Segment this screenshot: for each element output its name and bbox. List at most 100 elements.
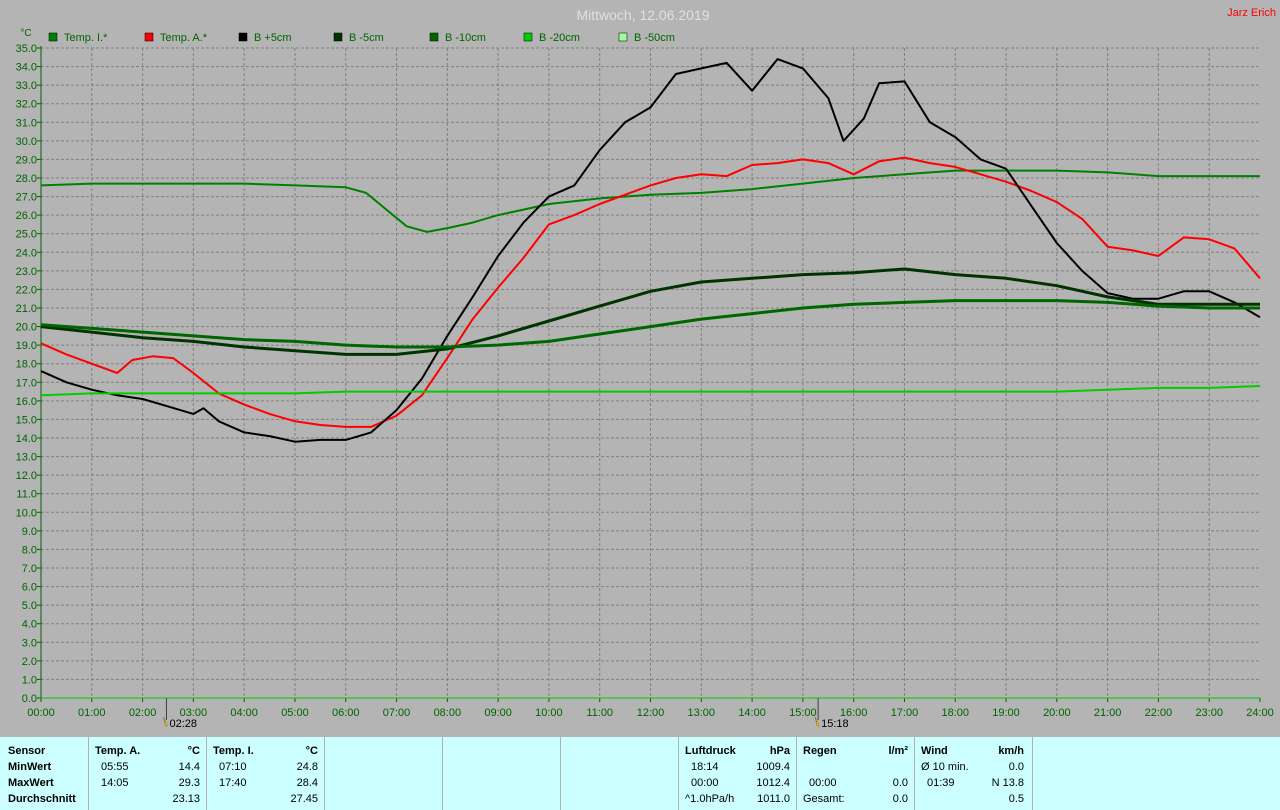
rain-max-time: 00:00 [809,777,837,789]
legend-label: B -5cm [349,32,384,44]
pressure-max-time: 00:00 [691,777,719,789]
temp-i-min-value: 24.8 [296,761,318,773]
y-tick-label: 18.0 [16,359,37,371]
wind-max-value: N 13.8 [991,777,1024,789]
x-tick-label: 04:00 [230,707,258,719]
legend-swatch [523,32,533,42]
wind-avg-value: 0.0 [1008,761,1024,773]
y-tick-label: 14.0 [16,433,37,445]
y-tick-label: 26.0 [16,210,37,222]
x-tick-label: 15:00 [789,707,817,719]
rain-total-value: 0.0 [892,793,908,805]
pressure-column: Luftdruck hPa 18:14 1009.4 00:00 1012.4 … [678,737,796,810]
y-tick-label: 8.0 [22,544,37,556]
x-tick-label: 01:00 [78,707,106,719]
x-tick-label: 02:00 [129,707,157,719]
temp-a-min-time: 05:55 [101,761,129,773]
pressure-trend-label: ^1.0hPa/h [685,793,735,805]
x-tick-label: 23:00 [1195,707,1223,719]
wind-avg2-value: 0.5 [1008,793,1024,805]
y-tick-label: 29.0 [16,154,37,166]
x-tick-label: 05:00 [281,707,309,719]
author-label: Jarz Erich [1227,7,1276,19]
y-tick-label: 13.0 [16,452,37,464]
temp-a-max-value: 29.3 [178,777,200,789]
y-tick-label: 28.0 [16,173,37,185]
y-tick-label: 24.0 [16,247,37,259]
x-tick-label: 07:00 [383,707,411,719]
temp-a-avg-value: 23.13 [172,793,200,805]
rain-title: Regen [803,745,837,757]
sensor-header: Sensor [8,745,46,757]
temp-i-max-value: 28.4 [296,777,318,789]
pressure-max-value: 1012.4 [756,777,790,789]
y-tick-label: 27.0 [16,192,37,204]
summary-panel: Sensor MinWert MaxWert Durchschnitt Temp… [0,737,1280,810]
legend-label: B +5cm [254,32,292,44]
temp-a-title: Temp. A. [95,745,141,757]
x-tick-label: 00:00 [27,707,55,719]
temp-a-unit: °C [187,745,200,757]
y-tick-label: 9.0 [22,526,37,538]
y-tick-label: 19.0 [16,340,37,352]
chart-background [0,0,1280,737]
y-tick-label: 7.0 [22,563,37,575]
event-marker-label: 02:28 [169,718,197,730]
y-tick-label: 0.0 [22,693,37,705]
x-tick-label: 14:00 [738,707,766,719]
legend-label: B -50cm [634,32,675,44]
legend-swatch [618,32,628,42]
rain-unit: l/m² [888,745,908,757]
rain-column: Regen l/m² 00:00 0.0 Gesamt: 0.0 [796,737,914,810]
x-tick-label: 19:00 [992,707,1020,719]
pressure-unit: hPa [769,745,790,757]
x-tick-label: 24:00 [1246,707,1274,719]
x-tick-label: 21:00 [1094,707,1122,719]
legend-swatch [429,32,439,42]
y-tick-label: 10.0 [16,507,37,519]
y-tick-label: 11.0 [16,489,37,501]
empty-column-1 [324,737,442,810]
wind-max-time: 01:39 [927,777,955,789]
pressure-min-value: 1009.4 [756,761,790,773]
legend-label: Temp. A.* [160,32,208,44]
temp-i-min-time: 07:10 [219,761,247,773]
y-tick-label: 15.0 [16,414,37,426]
x-tick-label: 17:00 [891,707,919,719]
temp-i-title: Temp. I. [213,745,254,757]
y-tick-label: 33.0 [16,80,37,92]
y-tick-label: 21.0 [16,303,37,315]
sensor-column: Sensor MinWert MaxWert Durchschnitt [0,737,88,810]
y-axis-unit: °C [20,28,31,39]
x-tick-label: 10:00 [535,707,563,719]
empty-column-3 [560,737,678,810]
wind-avg-label: Ø 10 min. [921,761,969,773]
y-tick-label: 5.0 [22,600,37,612]
temperature-chart: Mittwoch, 12.06.2019 Jarz Erich °C 0.0 1.… [0,0,1280,737]
temp-a-column: Temp. A. °C 05:55 14.4 14:05 29.3 23.13 [88,737,206,810]
row-label-min: MinWert [8,761,52,773]
x-tick-label: 13:00 [688,707,716,719]
y-tick-label: 12.0 [16,470,37,482]
wind-column: Wind km/h Ø 10 min. 0.0 01:39 N 13.8 0.5 [914,737,1032,810]
y-tick-label: 4.0 [22,619,37,631]
x-tick-label: 09:00 [484,707,512,719]
x-tick-label: 18:00 [941,707,969,719]
temp-i-column: Temp. I. °C 07:10 24.8 17:40 28.4 27.45 [206,737,324,810]
legend-swatch [144,32,154,42]
y-tick-label: 23.0 [16,266,37,278]
y-tick-label: 32.0 [16,99,37,111]
y-tick-label: 20.0 [16,322,37,334]
x-tick-label: 11:00 [586,707,613,719]
temp-i-unit: °C [305,745,318,757]
legend-swatch [333,32,343,42]
pressure-trend-value: 1011.0 [757,793,790,805]
legend-swatch [48,32,58,42]
y-tick-label: 22.0 [16,284,37,296]
y-tick-label: 3.0 [22,637,37,649]
pressure-min-time: 18:14 [691,761,719,773]
temp-a-min-value: 14.4 [178,761,200,773]
rain-max-value: 0.0 [892,777,908,789]
y-tick-label: 30.0 [16,136,37,148]
x-tick-label: 22:00 [1145,707,1173,719]
